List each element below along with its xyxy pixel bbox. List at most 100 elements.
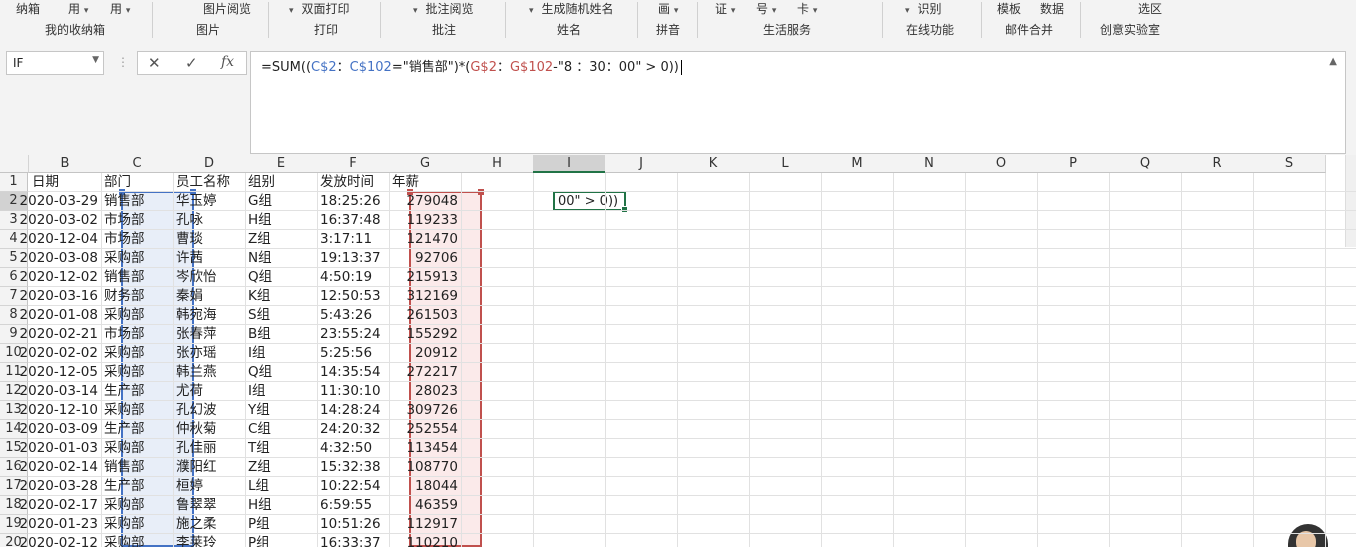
table-cell[interactable]: 16:37:48 [317, 211, 389, 230]
column-header-e[interactable]: E [245, 155, 318, 173]
table-cell[interactable]: 曹琰 [173, 230, 245, 249]
table-cell[interactable]: 6:59:55 [317, 496, 389, 515]
column-header-p[interactable]: P [1037, 155, 1110, 173]
table-cell[interactable]: 279048 [389, 192, 461, 211]
chevron-down-icon[interactable]: ▼ [92, 55, 99, 65]
table-cell[interactable]: 2020-01-23 [7, 515, 101, 534]
table-cell[interactable]: 252554 [389, 420, 461, 439]
table-cell[interactable]: 2020-03-09 [7, 420, 101, 439]
ribbon-button[interactable]: ▾ 生成随机姓名 [529, 0, 614, 17]
table-cell[interactable]: 23:55:24 [317, 325, 389, 344]
table-cell[interactable]: 5:25:56 [317, 344, 389, 363]
table-cell[interactable]: 19:13:37 [317, 249, 389, 268]
table-cell[interactable]: 采购部 [101, 401, 173, 420]
ribbon-button[interactable]: 号 ▾ [756, 0, 776, 17]
table-cell[interactable]: 销售部 [101, 268, 173, 287]
table-cell[interactable]: Z组 [245, 230, 317, 249]
table-cell[interactable]: 采购部 [101, 344, 173, 363]
table-cell[interactable]: 272217 [389, 363, 461, 382]
table-cell[interactable]: C组 [245, 420, 317, 439]
table-cell[interactable]: 14:35:54 [317, 363, 389, 382]
enter-icon[interactable]: ✓ [185, 54, 198, 72]
ribbon-button[interactable]: 用 ▾ [110, 0, 130, 17]
table-cell[interactable]: 92706 [389, 249, 461, 268]
table-cell[interactable]: 112917 [389, 515, 461, 534]
column-header-d[interactable]: D [173, 155, 246, 173]
table-cell[interactable]: T组 [245, 439, 317, 458]
table-cell[interactable]: 生产部 [101, 477, 173, 496]
table-cell[interactable]: 18044 [389, 477, 461, 496]
table-cell[interactable]: 24:20:32 [317, 420, 389, 439]
table-cell[interactable]: 4:50:19 [317, 268, 389, 287]
formula-input[interactable]: =SUM((C$2：C$102="销售部")*(G$2：G$102-"8 ：30… [250, 51, 1346, 154]
table-cell[interactable]: Q组 [245, 363, 317, 382]
ribbon-button[interactable]: 画 ▾ [658, 0, 678, 17]
table-cell[interactable]: Y组 [245, 401, 317, 420]
column-header-j[interactable]: J [605, 155, 678, 173]
table-cell[interactable]: 10:51:26 [317, 515, 389, 534]
table-cell[interactable]: 3:17:11 [317, 230, 389, 249]
table-cell[interactable]: 215913 [389, 268, 461, 287]
table-cell[interactable]: 4:32:50 [317, 439, 389, 458]
table-cell[interactable]: 采购部 [101, 515, 173, 534]
table-cell[interactable]: P组 [245, 515, 317, 534]
table-cell[interactable]: 市场部 [101, 325, 173, 344]
table-cell[interactable]: 5:43:26 [317, 306, 389, 325]
header-cell-b[interactable]: 日期 [29, 173, 101, 192]
table-cell[interactable]: 采购部 [101, 439, 173, 458]
table-cell[interactable]: 2020-12-10 [7, 401, 101, 420]
header-cell-c[interactable]: 部门 [101, 173, 173, 192]
select-all-corner[interactable] [0, 155, 29, 173]
table-cell[interactable]: 2020-02-14 [7, 458, 101, 477]
table-cell[interactable]: 155292 [389, 325, 461, 344]
table-cell[interactable]: 28023 [389, 382, 461, 401]
header-cell-g[interactable]: 年薪 [389, 173, 461, 192]
table-cell[interactable]: 2020-02-12 [7, 534, 101, 547]
column-header-h[interactable]: H [461, 155, 534, 173]
column-header-r[interactable]: R [1181, 155, 1254, 173]
table-cell[interactable]: 2020-12-05 [7, 363, 101, 382]
table-cell[interactable]: 261503 [389, 306, 461, 325]
table-cell[interactable]: I组 [245, 344, 317, 363]
table-cell[interactable]: G组 [245, 192, 317, 211]
table-cell[interactable]: 市场部 [101, 230, 173, 249]
column-header-m[interactable]: M [821, 155, 894, 173]
table-cell[interactable]: 15:32:38 [317, 458, 389, 477]
column-header-k[interactable]: K [677, 155, 750, 173]
row-header-1[interactable]: 1 [0, 173, 28, 192]
header-cell-e[interactable]: 组别 [245, 173, 317, 192]
table-cell[interactable]: 孔幻波 [173, 401, 245, 420]
table-cell[interactable]: 岑欣怡 [173, 268, 245, 287]
column-header-i[interactable]: I [533, 155, 606, 173]
table-cell[interactable]: 桓婷 [173, 477, 245, 496]
table-cell[interactable]: 鲁翠翠 [173, 496, 245, 515]
column-header-l[interactable]: L [749, 155, 822, 173]
table-cell[interactable]: S组 [245, 306, 317, 325]
ribbon-button[interactable]: 图片阅览 [203, 0, 251, 17]
table-cell[interactable]: H组 [245, 496, 317, 515]
table-cell[interactable]: 2020-03-14 [7, 382, 101, 401]
table-cell[interactable]: 尤荷 [173, 382, 245, 401]
table-cell[interactable]: 110210 [389, 534, 461, 547]
table-cell[interactable]: 10:22:54 [317, 477, 389, 496]
table-cell[interactable]: 孔咏 [173, 211, 245, 230]
table-cell[interactable]: 2020-03-02 [7, 211, 101, 230]
table-cell[interactable]: 2020-03-29 [7, 192, 101, 211]
ribbon-button[interactable]: ▾ 双面打印 [289, 0, 350, 17]
table-cell[interactable]: 采购部 [101, 534, 173, 547]
range-handle[interactable] [478, 189, 484, 195]
ribbon-button[interactable]: 卡 ▾ [797, 0, 817, 17]
table-cell[interactable]: 2020-03-08 [7, 249, 101, 268]
table-cell[interactable]: 2020-02-02 [7, 344, 101, 363]
table-cell[interactable]: B组 [245, 325, 317, 344]
table-cell[interactable]: 312169 [389, 287, 461, 306]
table-cell[interactable]: 许茜 [173, 249, 245, 268]
table-cell[interactable]: 采购部 [101, 496, 173, 515]
name-box[interactable]: IF ▼ [6, 51, 104, 75]
table-cell[interactable]: 46359 [389, 496, 461, 515]
table-cell[interactable]: 张亦瑶 [173, 344, 245, 363]
column-header-f[interactable]: F [317, 155, 390, 173]
table-cell[interactable]: 采购部 [101, 363, 173, 382]
table-cell[interactable]: 孔佳丽 [173, 439, 245, 458]
active-cell[interactable]: 00" > 0)) [553, 191, 628, 213]
